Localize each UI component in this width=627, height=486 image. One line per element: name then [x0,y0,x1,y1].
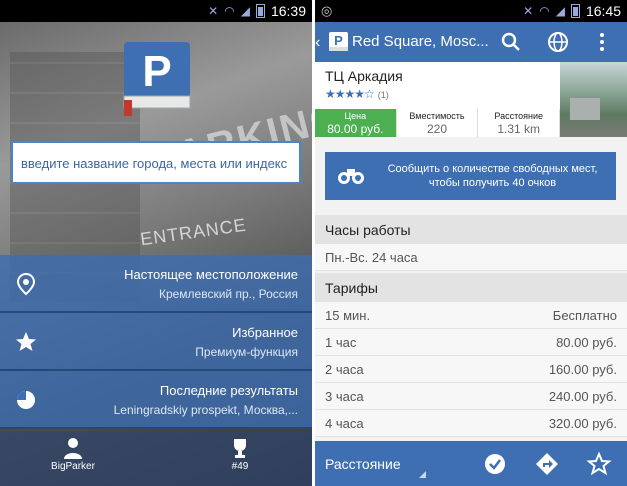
tariff-price: 240.00 руб. [548,389,617,404]
place-metrics: Цена 80.00 руб. Вместимость 220 Расстоян… [315,109,561,137]
status-time: 16:45 [585,3,621,19]
rating-stars-glyphs: ★★★★☆ [325,87,375,101]
action-bar: ‹ P Red Square, Mosc... [315,22,627,62]
profile-button[interactable]: BigParker [38,437,108,472]
signal-icon: ◢ [240,4,250,18]
ranking-button[interactable]: #49 [205,437,275,472]
metric-value: 1.31 km [497,122,541,136]
location-pin-icon [16,272,36,296]
history-pie-icon [17,391,35,409]
signal-icon: ◢ [555,4,565,18]
menu-item-title: Настоящее местоположение [124,267,298,282]
tariff-row: 2 часа 160.00 руб. [315,356,627,383]
hours-value: Пн.-Вс. 24 часа [325,250,418,265]
metric-value: 80.00 руб. [327,122,384,136]
metric-price: Цена 80.00 руб. [315,109,397,137]
tariff-price: 80.00 руб. [556,335,617,350]
metric-value: 220 [426,122,448,136]
place-name: ТЦ Аркадия [325,68,403,84]
menu-item-subtitle: Премиум-функция [195,345,298,359]
left-screen: ✕ ◠ ◢ 16:39 PARKING ENTRANCE P введите н… [0,0,312,486]
binoculars-icon [338,169,364,184]
tariff-duration: 15 мин. [325,308,371,323]
tariff-price: Бесплатно [552,308,617,323]
gps-icon: ◎ [321,3,333,18]
tariff-price: 160.00 руб. [548,362,617,377]
hours-header: Часы работы [315,215,627,244]
app-logo-icon: P [123,42,191,116]
tariff-row: 15 мин. Бесплатно [315,302,627,329]
menu-item-title: Последние результаты [159,383,298,398]
menu-item-title: Избранное [232,325,298,340]
svg-text:P: P [142,47,171,96]
report-line-1: Сообщить о количестве свободных мест, [387,163,598,175]
hours-row: Пн.-Вс. 24 часа [315,244,627,271]
tariffs-header: Тарифы [315,273,627,302]
tariff-row: 4 часа 320.00 руб. [315,410,627,437]
bottom-bar: BigParker #49 [0,431,312,486]
dropdown-indicator-icon [419,471,426,478]
entrance-sign-text: ENTRANCE [139,214,248,250]
search-icon[interactable] [499,30,523,54]
tariff-price: 320.00 руб. [548,416,617,431]
user-icon [64,438,82,459]
tariff-duration: 4 часа [325,416,364,431]
metric-label: Вместимость [409,111,465,121]
mute-icon: ✕ [208,4,219,18]
wifi-icon: ◠ [539,4,550,18]
check-badge-icon[interactable] [482,451,508,477]
metric-capacity: Вместимость 220 [397,109,479,137]
battery-icon [255,4,265,18]
tariff-duration: 3 часа [325,389,364,404]
app-logo-icon[interactable]: P [328,31,349,52]
status-time: 16:39 [270,3,306,19]
metric-distance: Расстояние 1.31 km [478,109,561,137]
battery-icon [570,4,580,18]
directions-icon[interactable] [534,451,560,477]
tariff-row: 3 часа 240.00 руб. [315,383,627,410]
metric-label: Цена [344,111,367,121]
search-input[interactable]: введите название города, места или индек… [11,141,301,184]
menu-item-recent-results[interactable]: Последние результаты Leningradskiy prosp… [0,371,312,429]
rating-stars: ★★★★☆ (1) [325,87,389,101]
star-icon [16,332,36,351]
status-bar: ◎ ✕ ◠ ◢ 16:45 [315,0,627,22]
location-title[interactable]: Red Square, Mosc... [352,33,502,50]
bottom-bar: Расстояние [315,441,627,486]
main-menu: Настоящее местоположение Кремлевский пр.… [0,255,312,429]
menu-item-current-location[interactable]: Настоящее местоположение Кремлевский пр.… [0,255,312,313]
star-outline-icon[interactable] [586,451,612,477]
place-card[interactable]: ТЦ Аркадия ★★★★☆ (1) Цена 80.00 руб. Вмес… [315,62,627,137]
globe-icon[interactable] [546,30,570,54]
menu-item-subtitle: Leningradskiy prospekt, Москва,... [113,403,298,417]
tariff-duration: 2 часа [325,362,364,377]
place-photo[interactable] [560,62,627,137]
overflow-menu-icon[interactable] [590,30,614,54]
status-bar: ✕ ◠ ◢ 16:39 [0,0,312,22]
sort-distance-dropdown[interactable]: Расстояние [325,456,401,472]
metric-label: Расстояние [494,111,543,121]
report-line-2: чтобы получить 40 очков [428,177,557,189]
menu-item-subtitle: Кремлевский пр., Россия [158,287,298,301]
report-free-spaces-button[interactable]: Сообщить о количестве свободных мест, чт… [325,152,616,200]
rank-label: #49 [231,461,249,472]
menu-item-favorites[interactable]: Избранное Премиум-функция [0,313,312,371]
right-screen: ◎ ✕ ◠ ◢ 16:45 ‹ P Red Square, Mosc... ТЦ… [315,0,627,486]
wifi-icon: ◠ [224,4,235,18]
review-count: (1) [377,90,389,100]
svg-text:P: P [334,33,343,48]
mute-icon: ✕ [523,4,534,18]
tariff-duration: 1 час [325,335,357,350]
back-arrow-icon[interactable]: ‹ [315,34,320,52]
trophy-icon [234,439,246,458]
tariff-row: 1 час 80.00 руб. [315,329,627,356]
username-label: BigParker [51,461,95,472]
